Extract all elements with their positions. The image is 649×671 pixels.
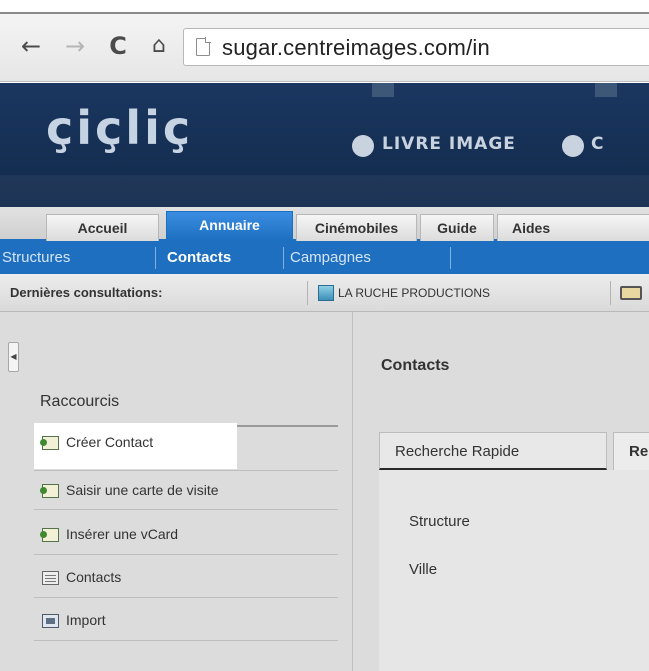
- recently-viewed-bar: Dernières consultations: LA RUCHE PRODUC…: [0, 274, 649, 312]
- banner-section-c[interactable]: C: [591, 134, 604, 154]
- field-label-ville: Ville: [409, 561, 438, 578]
- forward-arrow-icon[interactable]: →: [62, 34, 88, 60]
- subtab-contacts[interactable]: Contacts: [167, 249, 231, 266]
- folder-icon[interactable]: [620, 286, 642, 300]
- sidebar-title: Raccourcis: [40, 393, 120, 410]
- divider: [283, 247, 284, 269]
- page-icon: [196, 37, 211, 56]
- collapse-sidebar-handle[interactable]: ◀: [8, 342, 19, 372]
- banner-decoration: [0, 175, 649, 207]
- contact-card-icon: [40, 528, 59, 542]
- section-dot-icon: [352, 135, 374, 157]
- contact-card-icon: [40, 436, 59, 450]
- tab-recherche-rapide[interactable]: Recherche Rapide: [379, 432, 607, 470]
- tab-accueil[interactable]: Accueil: [46, 214, 159, 241]
- site-banner: çiçliç LIVRE IMAGE C: [0, 83, 649, 207]
- shortcut-creer-contact[interactable]: Créer Contact: [34, 423, 237, 469]
- section-dot-icon: [562, 135, 584, 157]
- main-nav-tabs: Accueil Annuaire Cinémobiles Guide Aides: [0, 207, 649, 241]
- sub-nav-tabs: Structures Contacts Campagnes: [0, 241, 649, 274]
- field-label-structure: Structure: [409, 513, 470, 530]
- tab-recherche-avancee[interactable]: Re: [613, 432, 649, 470]
- tab-aides[interactable]: Aides: [497, 214, 649, 241]
- window-top-edge: [0, 0, 649, 14]
- shortcut-label: Créer Contact: [66, 434, 154, 450]
- divider: [610, 281, 611, 305]
- tab-guide[interactable]: Guide: [420, 214, 494, 241]
- subtab-campagnes[interactable]: Campagnes: [290, 249, 371, 266]
- list-icon: [42, 571, 59, 585]
- contact-card-icon: [40, 484, 59, 498]
- back-arrow-icon[interactable]: ←: [18, 34, 44, 60]
- shortcut-label: Saisir une carte de visite: [66, 482, 219, 498]
- page-title: Contacts: [381, 357, 450, 374]
- shortcut-contacts[interactable]: Contacts: [34, 558, 338, 598]
- shortcut-import[interactable]: Import: [34, 601, 338, 641]
- tab-cinemobiles[interactable]: Cinémobiles: [296, 214, 417, 241]
- shortcut-label: Contacts: [66, 569, 122, 585]
- import-icon: [42, 614, 59, 628]
- browser-toolbar: ← → C ⌂ sugar.centreimages.com/in: [0, 14, 649, 82]
- banner-decoration: [595, 83, 617, 97]
- divider: [155, 247, 156, 269]
- address-bar[interactable]: sugar.centreimages.com/in: [183, 28, 649, 66]
- recently-viewed-label: Dernières consultations:: [10, 285, 163, 300]
- banner-section-livre-image[interactable]: LIVRE IMAGE: [382, 134, 516, 154]
- url-text[interactable]: sugar.centreimages.com/in: [222, 35, 490, 61]
- recent-item-la-ruche-productions[interactable]: LA RUCHE PRODUCTIONS: [338, 286, 490, 300]
- tab-annuaire[interactable]: Annuaire: [166, 211, 293, 241]
- shortcut-label: Import: [66, 612, 106, 628]
- home-icon[interactable]: ⌂: [146, 34, 172, 60]
- reload-icon[interactable]: C: [105, 34, 131, 60]
- organization-icon: [318, 285, 334, 301]
- shortcut-saisir-carte-visite[interactable]: Saisir une carte de visite: [34, 470, 338, 510]
- shortcut-label: Insérer une vCard: [66, 526, 179, 542]
- divider: [307, 281, 308, 305]
- shortcut-inserer-vcard[interactable]: Insérer une vCard: [34, 515, 338, 555]
- subtab-structures[interactable]: Structures: [2, 249, 70, 266]
- site-logo[interactable]: çiçliç: [46, 101, 193, 155]
- banner-decoration: [372, 83, 394, 97]
- divider: [450, 247, 451, 269]
